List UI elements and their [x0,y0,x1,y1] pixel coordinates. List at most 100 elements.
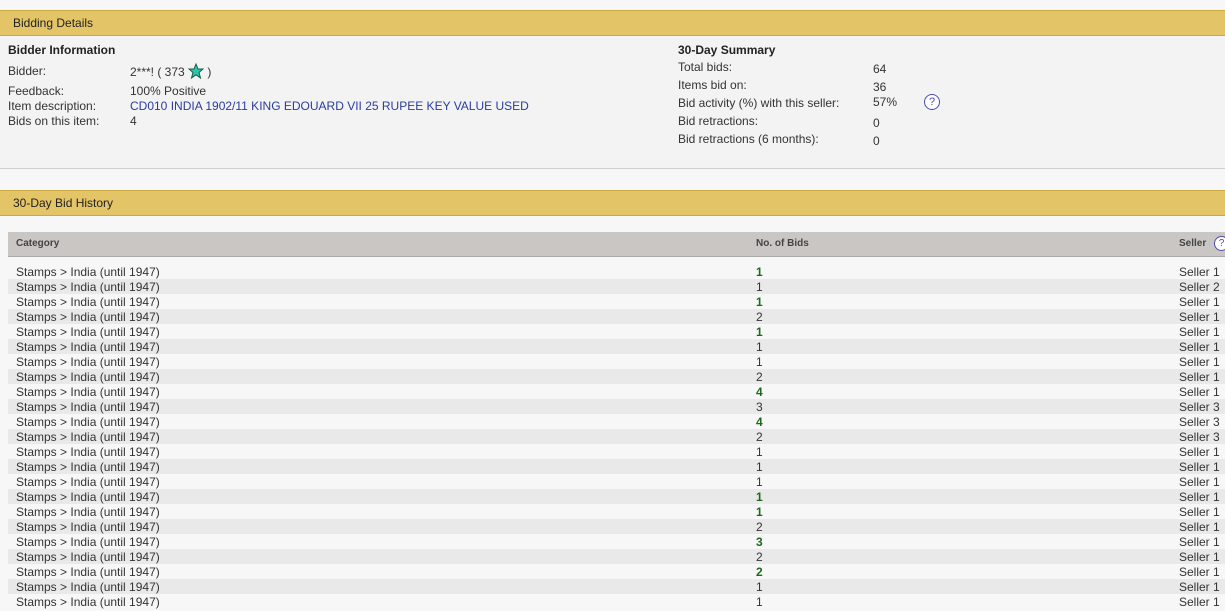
row-category: Stamps > India (until 1947) [16,355,160,369]
row-seller: Seller 1 [1179,490,1220,504]
bids-on-item-label: Bids on this item: [8,114,100,128]
row-category: Stamps > India (until 1947) [16,475,160,489]
feedback-value: 100% Positive [130,84,207,98]
table-row: Stamps > India (until 1947) 2 Seller 1 [8,519,1225,534]
table-row: Stamps > India (until 1947) 1 Seller 1 [8,354,1225,369]
column-seller[interactable]: Seller [1179,238,1206,249]
row-seller: Seller 1 [1179,340,1220,354]
row-bid-count: 4 [756,385,763,399]
table-row: Stamps > India (until 1947) 4 Seller 1 [8,384,1225,399]
bid-history-table-body: Stamps > India (until 1947) 1 Seller 1 Stam… [8,264,1225,609]
row-category: Stamps > India (until 1947) [16,340,160,354]
row-seller: Seller 2 [1179,280,1220,294]
row-category: Stamps > India (until 1947) [16,565,160,579]
table-row: Stamps > India (until 1947) 2 Seller 1 [8,549,1225,564]
table-row: Stamps > India (until 1947) 2 Seller 1 [8,309,1225,324]
table-row: Stamps > India (until 1947) 1 Seller 1 [8,489,1225,504]
row-category: Stamps > India (until 1947) [16,490,160,504]
row-bid-count: 1 [756,325,763,339]
row-category: Stamps > India (until 1947) [16,430,160,444]
row-category: Stamps > India (until 1947) [16,505,160,519]
row-bid-count: 1 [756,445,763,459]
bid-retractions-6mo-value: 0 [873,134,880,148]
column-bids[interactable]: No. of Bids [756,238,809,249]
row-category: Stamps > India (until 1947) [16,550,160,564]
bidding-details-title: Bidding Details [13,16,94,30]
row-bid-count: 1 [756,340,763,354]
row-category: Stamps > India (until 1947) [16,370,160,384]
bidder-label: Bidder: [8,64,47,78]
bid-retractions-6mo-label: Bid retractions (6 months): [678,132,819,146]
row-category: Stamps > India (until 1947) [16,535,160,549]
row-bid-count: 1 [756,580,763,594]
row-seller: Seller 3 [1179,400,1220,414]
row-seller: Seller 1 [1179,310,1220,324]
items-bid-on-value: 36 [873,80,887,94]
bid-history-title: 30-Day Bid History [13,196,114,210]
row-bid-count: 1 [756,595,763,609]
item-description-label: Item description: [8,99,97,113]
bid-activity-help-icon[interactable]: ? [924,94,940,110]
bid-activity-label: Bid activity (%) with this seller: [678,96,840,110]
row-seller: Seller 1 [1179,265,1220,279]
row-category: Stamps > India (until 1947) [16,325,160,339]
item-description-link[interactable]: CD010 INDIA 1902/11 KING EDOUARD VII 25 … [130,99,529,113]
row-category: Stamps > India (until 1947) [16,595,160,609]
bid-history-header: 30-Day Bid History [0,190,1225,216]
bid-retractions-label: Bid retractions: [678,114,759,128]
row-seller: Seller 1 [1179,370,1220,384]
row-seller: Seller 1 [1179,445,1220,459]
row-bid-count: 2 [756,565,763,579]
row-seller: Seller 1 [1179,505,1220,519]
table-row: Stamps > India (until 1947) 1 Seller 1 [8,579,1225,594]
row-seller: Seller 1 [1179,355,1220,369]
bidder-info-title: Bidder Information [8,43,116,57]
row-category: Stamps > India (until 1947) [16,580,160,594]
bidding-details-header: Bidding Details [0,10,1225,36]
row-seller: Seller 3 [1179,430,1220,444]
row-bid-count: 2 [756,520,763,534]
row-seller: Seller 1 [1179,595,1220,609]
column-category[interactable]: Category [16,238,59,249]
row-category: Stamps > India (until 1947) [16,460,160,474]
row-bid-count: 1 [756,265,763,279]
row-bid-count: 3 [756,400,763,414]
row-seller: Seller 1 [1179,520,1220,534]
row-bid-count: 1 [756,355,763,369]
row-category: Stamps > India (until 1947) [16,295,160,309]
row-seller: Seller 1 [1179,385,1220,399]
bidder-value: 2***! ( 373 ) [130,62,212,82]
bidder-close-paren: ) [207,65,212,79]
row-bid-count: 2 [756,430,763,444]
row-category: Stamps > India (until 1947) [16,265,160,279]
row-seller: Seller 1 [1179,460,1220,474]
row-bid-count: 1 [756,280,763,294]
bid-history-table-header: Category No. of Bids Seller ? [8,232,1225,257]
row-seller: Seller 1 [1179,580,1220,594]
seller-help-icon[interactable]: ? [1214,236,1225,251]
table-row: Stamps > India (until 1947) 1 Seller 1 [8,594,1225,609]
row-category: Stamps > India (until 1947) [16,280,160,294]
row-category: Stamps > India (until 1947) [16,385,160,399]
table-row: Stamps > India (until 1947) 3 Seller 1 [8,534,1225,549]
row-seller: Seller 1 [1179,325,1220,339]
table-row: Stamps > India (until 1947) 2 Seller 1 [8,564,1225,579]
row-seller: Seller 1 [1179,475,1220,489]
row-seller: Seller 1 [1179,565,1220,579]
table-row: Stamps > India (until 1947) 1 Seller 1 [8,264,1225,279]
row-bid-count: 1 [756,505,763,519]
bids-on-item-value: 4 [130,114,137,128]
bid-activity-value: 57% [873,95,898,109]
row-bid-count: 1 [756,460,763,474]
feedback-label: Feedback: [8,84,65,98]
row-category: Stamps > India (until 1947) [16,445,160,459]
row-bid-count: 2 [756,370,763,384]
table-row: Stamps > India (until 1947) 3 Seller 3 [8,399,1225,414]
summary-title: 30-Day Summary [678,43,776,57]
table-row: Stamps > India (until 1947) 1 Seller 1 [8,339,1225,354]
table-row: Stamps > India (until 1947) 4 Seller 3 [8,414,1225,429]
total-bids-value: 64 [873,62,887,76]
row-seller: Seller 3 [1179,415,1220,429]
table-row: Stamps > India (until 1947) 1 Seller 1 [8,444,1225,459]
bidding-details-panel: Bidder Information Bidder: 2***! ( 373 )… [0,36,1225,169]
